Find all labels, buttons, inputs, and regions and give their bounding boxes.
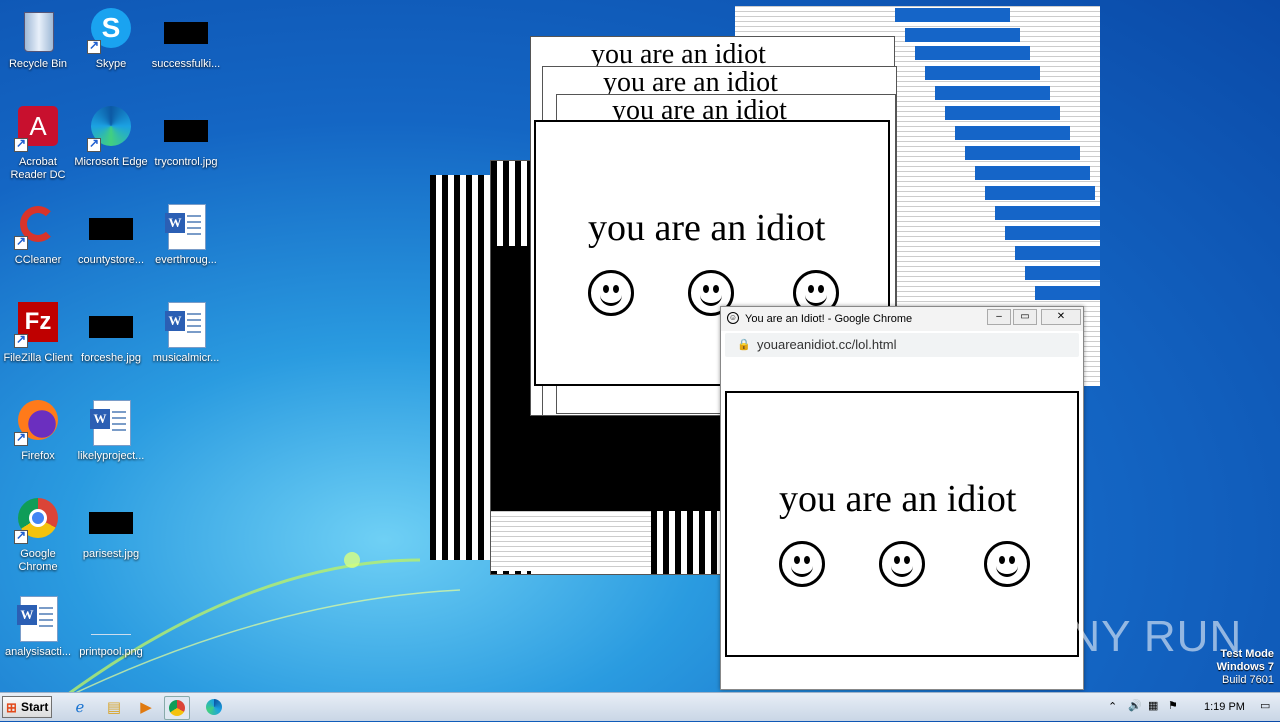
media-player-icon[interactable]: ▶: [134, 696, 158, 718]
speaker-icon[interactable]: 🔊: [1128, 699, 1142, 712]
image-file-icon: [162, 6, 210, 54]
word-document-icon: W: [162, 202, 210, 250]
desktop-icon-chrome[interactable]: Google Chrome: [0, 496, 76, 574]
page-content: you are an idiot: [725, 391, 1079, 657]
smiley-favicon-icon: ☺: [727, 312, 739, 324]
glitch-blue-strip: [965, 146, 1080, 160]
desktop-icon-parisest[interactable]: parisest.jpg: [73, 496, 149, 561]
os-watermark: Test Mode Windows 7 Build 7601: [1216, 648, 1274, 686]
image-file-icon: [162, 104, 210, 152]
acrobat-icon: A: [14, 104, 62, 152]
windows-flag-icon: ⊞: [6, 700, 17, 715]
anyrun-watermark: ANY RUN: [1038, 612, 1243, 661]
glitch-blue-strip: [1025, 266, 1100, 280]
glitch-blue-strip: [1005, 226, 1100, 240]
desktop-icon-recycle-bin[interactable]: Recycle Bin: [0, 6, 76, 71]
desktop-icon-skype[interactable]: S Skype: [73, 6, 149, 71]
image-file-icon: [87, 202, 135, 250]
glitch-blue-strip: [1015, 246, 1100, 260]
internet-explorer-icon[interactable]: ℯ: [68, 696, 92, 718]
show-hidden-icons-icon[interactable]: ⌃: [1108, 700, 1117, 713]
show-desktop-icon[interactable]: ▭: [1260, 699, 1270, 712]
system-tray: ⌃ 🔊 ▦ ⚑ 1:19 PM ▭: [1100, 693, 1280, 721]
lock-icon: 🔒: [737, 339, 751, 351]
desktop-icon-forceshe[interactable]: forceshe.jpg: [73, 300, 149, 365]
address-bar[interactable]: 🔒 youareanidiot.cc/lol.html: [725, 333, 1079, 357]
glitch-blue-strip: [925, 66, 1040, 80]
start-button[interactable]: ⊞ Start: [2, 696, 52, 718]
desktop-icon-edge[interactable]: Microsoft Edge: [73, 104, 149, 169]
word-document-icon: W: [162, 300, 210, 348]
smiley-face-icon: [588, 270, 634, 316]
glitch-blue-strip: [905, 28, 1020, 42]
taskbar: ⊞ Start ℯ ▤ ▶ ⌃ 🔊 ▦ ⚑ 1:19 PM ▭: [0, 692, 1280, 721]
ccleaner-icon: [14, 202, 62, 250]
glitch-barcode-left: [430, 175, 490, 560]
filezilla-icon: Fz: [14, 300, 62, 348]
skype-icon: S: [87, 6, 135, 54]
firefox-icon: [14, 398, 62, 446]
desktop-icon-everthroug[interactable]: W everthroug...: [148, 202, 224, 267]
clock[interactable]: 1:19 PM: [1204, 701, 1245, 713]
idiot-message: you are an idiot: [779, 478, 1017, 520]
glitch-blue-strip: [895, 8, 1010, 22]
chrome-taskbar-icon[interactable]: [164, 696, 190, 720]
network-icon[interactable]: ▦: [1148, 699, 1158, 712]
chrome-popup-window[interactable]: ☺ You are an Idiot! - Google Chrome ‒ ▭ …: [720, 306, 1084, 690]
desktop-icon-trycontrol[interactable]: trycontrol.jpg: [148, 104, 224, 169]
desktop-icon-musicalmicr[interactable]: W musicalmicr...: [148, 300, 224, 365]
glitch-blue-strip: [975, 166, 1090, 180]
close-button[interactable]: ✕: [1041, 309, 1081, 325]
glitch-blue-strip: [955, 126, 1070, 140]
minimize-button[interactable]: ‒: [987, 309, 1011, 325]
image-file-icon: [87, 496, 135, 544]
word-document-icon: W: [14, 594, 62, 642]
glitch-blue-strip: [915, 46, 1030, 60]
action-center-flag-icon[interactable]: ⚑: [1168, 699, 1178, 712]
glitch-blue-strip: [985, 186, 1095, 200]
edge-icon: [87, 104, 135, 152]
chrome-titlebar[interactable]: ☺ You are an Idiot! - Google Chrome ‒ ▭ …: [721, 307, 1083, 331]
desktop-icon-analysisacti[interactable]: W analysisacti...: [0, 594, 76, 659]
smiley-face-icon: [779, 541, 825, 587]
edge-taskbar-icon[interactable]: [202, 696, 226, 718]
smiley-face-icon: [984, 541, 1030, 587]
desktop-icon-likelyproject[interactable]: W likelyproject...: [73, 398, 149, 463]
idiot-message: you are an idiot: [588, 207, 826, 249]
desktop-icon-firefox[interactable]: Firefox: [0, 398, 76, 463]
glitch-blue-strip: [945, 106, 1060, 120]
maximize-button[interactable]: ▭: [1013, 309, 1037, 325]
smiley-face-icon: [879, 541, 925, 587]
desktop-icon-printpool[interactable]: printpool.png: [73, 594, 149, 659]
glitch-blue-strip: [1035, 286, 1100, 300]
glitch-blue-strip: [995, 206, 1100, 220]
image-file-icon: [87, 594, 135, 642]
desktop-icon-ccleaner[interactable]: CCleaner: [0, 202, 76, 267]
url-text: youareanidiot.cc/lol.html: [757, 337, 897, 352]
window-title: You are an Idiot! - Google Chrome: [745, 313, 913, 325]
desktop-icon-countystore[interactable]: countystore...: [73, 202, 149, 267]
glitch-blue-strip: [935, 86, 1050, 100]
folder-icon[interactable]: ▤: [102, 696, 126, 718]
desktop-icon-filezilla[interactable]: Fz FileZilla Client: [0, 300, 76, 365]
word-document-icon: W: [87, 398, 135, 446]
chrome-icon: [14, 496, 62, 544]
desktop-icon-successfulki[interactable]: successfulki...: [148, 6, 224, 71]
image-file-icon: [87, 300, 135, 348]
desktop-icon-acrobat[interactable]: A Acrobat Reader DC: [0, 104, 76, 182]
recycle-bin-icon: [14, 6, 62, 54]
